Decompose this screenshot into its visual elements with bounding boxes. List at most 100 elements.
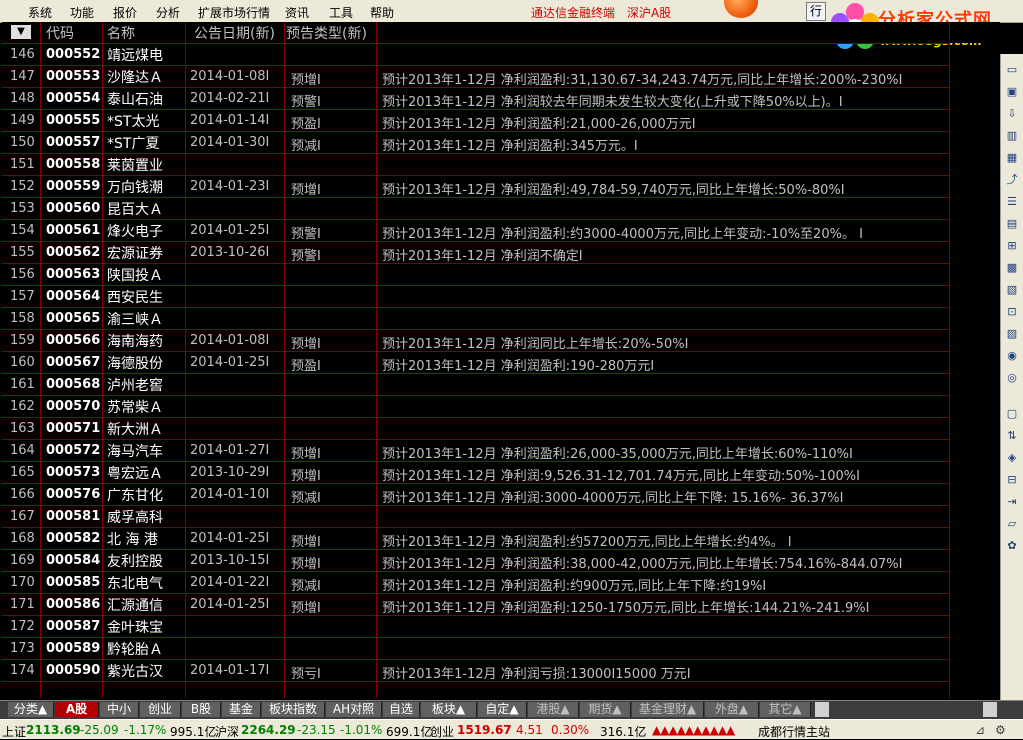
orange-ball-icon[interactable] [724, 0, 758, 18]
news-icon[interactable]: ▨ [1004, 326, 1020, 342]
tab-5[interactable]: 基金 [222, 702, 261, 717]
table-row[interactable]: 159 000566 海南海药 2014-01-08I 预增I 预计2013年1-12月 … [2, 330, 1000, 352]
header-type[interactable]: 预告类型(新) [286, 23, 367, 43]
sort-dropdown-icon[interactable]: ▼ [11, 25, 31, 39]
menu-help[interactable]: 帮助 [370, 4, 394, 21]
alert-icons[interactable]: ▲▲▲▲▲▲▲▲▲▲ [652, 723, 735, 737]
sz-change: -23.15 [297, 723, 336, 737]
table-row[interactable]: 163 000571 新大洲Ａ [2, 418, 1000, 440]
sort-icon[interactable]: ◈ [1004, 450, 1020, 466]
sh-change: -25.09 [80, 723, 119, 737]
fiz-icon[interactable]: ◉ [1004, 348, 1020, 364]
report-icon[interactable]: ▩ [1004, 260, 1020, 276]
table-row[interactable]: 156 000563 陕国投Ａ [2, 264, 1000, 286]
announce-date: 2014-01-08I [190, 69, 270, 84]
table-row[interactable]: 162 000570 苏常柴Ａ [2, 396, 1000, 418]
down-arrow-icon[interactable]: ⇩ [1004, 106, 1020, 122]
scroll-right-icon[interactable] [983, 702, 997, 717]
list-icon[interactable]: ☰ [1004, 194, 1020, 210]
folder-icon[interactable]: ⇅ [1004, 428, 1020, 444]
dice-icon[interactable]: ⊟ [1004, 472, 1020, 488]
table-row[interactable]: 165 000573 粤宏远Ａ 2013-10-29I 预增I 预计2013年1-12月 … [2, 462, 1000, 484]
trend-icon[interactable]: ⤴ [1004, 172, 1020, 188]
tab-1[interactable]: A股 [55, 702, 99, 717]
table-row[interactable]: 147 000553 沙隆达Ａ 2014-01-08I 预增I 预计2013年1-12月 … [2, 66, 1000, 88]
table-row[interactable]: 151 000558 莱茵置业 [2, 154, 1000, 176]
table-row[interactable]: 153 000560 昆百大Ａ [2, 198, 1000, 220]
import-icon[interactable]: ▱ [1004, 516, 1020, 532]
table-row[interactable]: 152 000559 万向钱潮 2014-01-23I 预增I 预计2013年1-12月 … [2, 176, 1000, 198]
tab-11[interactable]: 港股▲ [528, 702, 579, 717]
etf-icon[interactable]: ⇥ [1004, 494, 1020, 510]
forecast-type: 预增I [291, 601, 321, 616]
tab-15[interactable]: 其它▲ [760, 702, 811, 717]
menu-extended-market[interactable]: 扩展市场行情 [198, 4, 270, 21]
grid-icon[interactable]: ⊞ [1004, 238, 1020, 254]
table-row[interactable]: 150 000557 *ST广夏 2014-01-30I 预减I 预计2013年1-12月… [2, 132, 1000, 154]
chart-icon[interactable]: ▥ [1004, 128, 1020, 144]
tab-14[interactable]: 外盘▲ [705, 702, 759, 717]
announce-date: 2014-01-14I [190, 113, 270, 128]
signal-icon[interactable]: ⊿ [975, 723, 985, 737]
table-row[interactable]: 167 000581 威孚高科 [2, 506, 1000, 528]
table-row[interactable]: 157 000564 西安民生 [2, 286, 1000, 308]
table-row[interactable]: 171 000586 汇源通信 2014-01-25I 预增I 预计2013年1-12月 … [2, 594, 1000, 616]
forecast-type: 预增I [291, 337, 321, 352]
table-row[interactable]: 164 000572 海马汽车 2014-01-27I 预增I 预计2013年1-12月 … [2, 440, 1000, 462]
menu-analysis[interactable]: 分析 [156, 4, 180, 21]
menu-news[interactable]: 资讯 [285, 4, 309, 21]
fx-icon[interactable]: ◎ [1004, 370, 1020, 386]
tab-4[interactable]: B股 [182, 702, 221, 717]
menu-tools[interactable]: 工具 [329, 4, 353, 21]
grid-line [2, 417, 950, 418]
table-row[interactable]: 170 000585 东北电气 2014-01-22I 预减I 预计2013年1-12月 … [2, 572, 1000, 594]
table-row[interactable]: 174 000590 紫光古汉 2014-01-17I 预亏I 预计2013年1-12月 … [2, 660, 1000, 682]
stock-code: 000562 [46, 245, 101, 260]
menu-system[interactable]: 系统 [28, 4, 52, 21]
table-row[interactable]: 166 000576 广东甘化 2014-01-10I 预减I 预计2013年1-12月 … [2, 484, 1000, 506]
settings-icon[interactable]: ⚙ [995, 723, 1006, 737]
header-code[interactable]: 代码 [46, 23, 74, 43]
tab-2[interactable]: 中小 [100, 702, 139, 717]
table-row[interactable]: 158 000565 渝三峡Ａ [2, 308, 1000, 330]
table-row[interactable]: 148 000554 泰山石油 2014-02-21I 预警I 预计2013年1-12月 … [2, 88, 1000, 110]
tab-12[interactable]: 期货▲ [580, 702, 631, 717]
tab-10[interactable]: 自定▲ [478, 702, 527, 717]
bars-icon[interactable]: ▦ [1004, 150, 1020, 166]
menu-function[interactable]: 功能 [70, 4, 94, 21]
table-row[interactable]: 169 000584 友利控股 2013-10-15I 预增I 预计2013年1-12月 … [2, 550, 1000, 572]
window-icon[interactable]: ▭ [1004, 62, 1020, 78]
stock-name: 东北电气 [107, 576, 163, 592]
flower-icon[interactable]: ✿ [1004, 538, 1020, 554]
table-row[interactable]: 168 000582 北 海 港 2014-01-25I 预增I 预计2013年1-12月… [2, 528, 1000, 550]
circle-icon[interactable]: ▢ [1004, 406, 1020, 422]
tab-0[interactable]: 分类▲ [8, 702, 54, 717]
header-date[interactable]: 公告日期(新) [194, 23, 275, 43]
tab-13[interactable]: 基金理财▲ [632, 702, 704, 717]
tab-8[interactable]: 自选 [383, 702, 420, 717]
tab-3[interactable]: 创业 [140, 702, 181, 717]
tab-9[interactable]: 板块▲ [421, 702, 477, 717]
forecast-type: 预警I [291, 95, 321, 110]
scroll-left-icon[interactable] [815, 702, 829, 717]
header-name[interactable]: 名称 [107, 23, 135, 43]
menu-quote[interactable]: 报价 [113, 4, 137, 21]
table-row[interactable]: 154 000561 烽火电子 2014-01-25I 预警I 预计2013年1-12月 … [2, 220, 1000, 242]
table-row[interactable]: 149 000555 *ST太光 2014-01-14I 预盈I 预计2013年1-12月… [2, 110, 1000, 132]
table-row[interactable]: 173 000589 黔轮胎Ａ [2, 638, 1000, 660]
tab-7[interactable]: AH对照 [326, 702, 382, 717]
cy-amount: 316.1亿 [600, 725, 647, 739]
table-row[interactable]: 146 000552 靖远煤电 [2, 44, 1000, 66]
table-row[interactable]: 161 000568 泸州老窖 [2, 374, 1000, 396]
panel-icon[interactable]: ▣ [1004, 84, 1020, 100]
doc-icon[interactable]: ⊡ [1004, 304, 1020, 320]
table-row[interactable]: 160 000567 海德股份 2014-01-25I 预盈I 预计2013年1-12月 … [2, 352, 1000, 374]
fio-icon[interactable]: ▧ [1004, 282, 1020, 298]
grid-line [2, 131, 950, 132]
cy-label: 创业 [430, 725, 455, 739]
table-icon[interactable]: ▤ [1004, 216, 1020, 232]
grid-line [40, 22, 41, 698]
table-row[interactable]: 172 000587 金叶珠宝 [2, 616, 1000, 638]
table-row[interactable]: 155 000562 宏源证券 2013-10-26I 预警I 预计2013年1-12月 … [2, 242, 1000, 264]
tab-6[interactable]: 板块指数 [262, 702, 325, 717]
